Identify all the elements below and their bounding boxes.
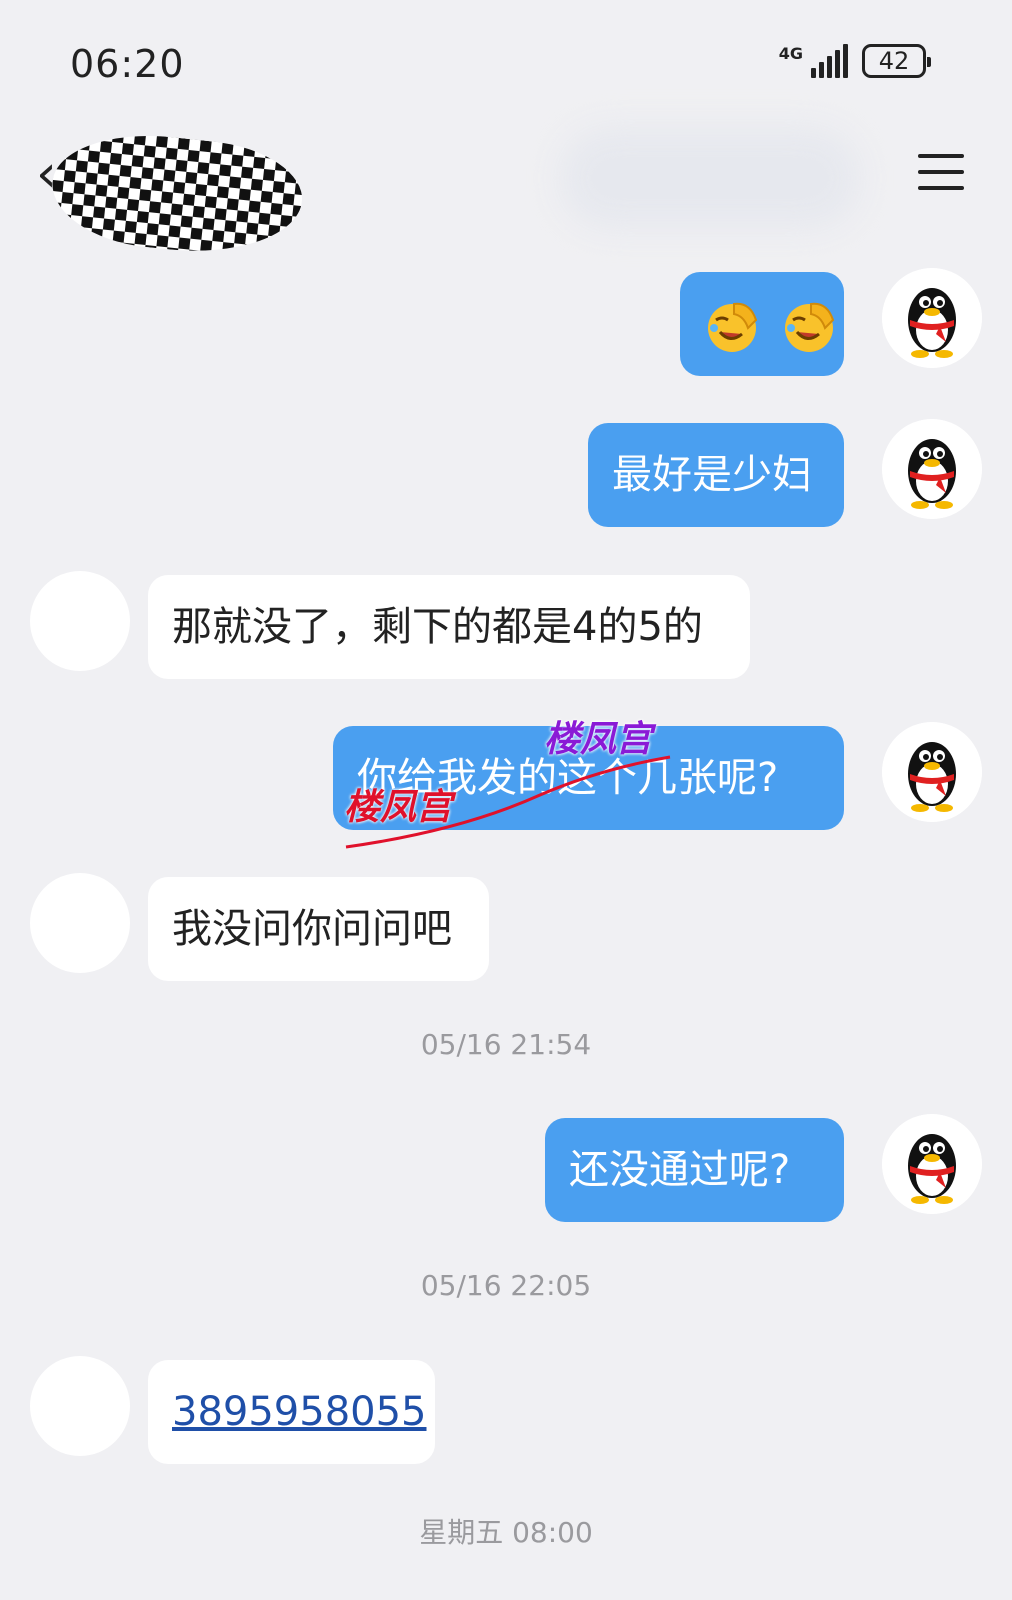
network-type-label: 4G xyxy=(778,44,803,63)
penguin-avatar-icon xyxy=(882,419,982,519)
message-timestamp: 05/16 21:54 xyxy=(420,1028,592,1061)
penguin-avatar-icon xyxy=(882,722,982,822)
signal-strength-icon xyxy=(811,44,848,78)
avatar[interactable] xyxy=(882,419,982,519)
message-timestamp: 星期五 08:00 xyxy=(419,1516,593,1549)
watermark-text: 楼凤宫 xyxy=(544,719,653,760)
avatar[interactable] xyxy=(882,722,982,822)
avatar[interactable] xyxy=(30,571,130,671)
status-icons: 4G 42 xyxy=(778,44,931,78)
avatar[interactable] xyxy=(882,1114,982,1214)
message-bubble-outgoing[interactable]: 还没通过呢? xyxy=(545,1118,844,1222)
message-bubble-outgoing[interactable]: 最好是少妇 xyxy=(588,423,844,527)
battery-icon: 42 xyxy=(862,44,931,78)
message-bubble-incoming[interactable]: 我没问你问问吧 xyxy=(148,877,489,981)
battery-level: 42 xyxy=(878,47,910,75)
message-timestamp: 05/16 22:05 xyxy=(420,1269,592,1302)
blurred-header-area xyxy=(560,128,860,228)
phone-number-link[interactable]: 3895958055 xyxy=(172,1389,427,1435)
avatar[interactable] xyxy=(30,1356,130,1456)
redacted-contact-name xyxy=(46,125,308,263)
avatar[interactable] xyxy=(30,873,130,973)
status-time: 06:20 xyxy=(70,42,185,86)
facepalm-laugh-emoji-icon xyxy=(708,302,758,352)
avatar[interactable] xyxy=(882,268,982,368)
penguin-avatar-icon xyxy=(882,1114,982,1214)
message-bubble-incoming: 3895958055 xyxy=(148,1360,435,1464)
message-bubble-incoming[interactable]: 那就没了，剩下的都是4的5的 xyxy=(148,575,750,679)
hamburger-menu-icon[interactable] xyxy=(918,154,964,190)
message-bubble-outgoing[interactable] xyxy=(680,272,844,376)
facepalm-laugh-emoji-icon xyxy=(784,302,834,352)
chat-header: ‹ xyxy=(0,120,1012,263)
watermark-text: 楼凤宫 xyxy=(344,787,453,828)
penguin-avatar-icon xyxy=(882,268,982,368)
chat-screen: 06:20 4G 42 ‹ 最好是少妇 那就没了，剩下的都是4的5的 你给我发的… xyxy=(0,0,1012,1600)
